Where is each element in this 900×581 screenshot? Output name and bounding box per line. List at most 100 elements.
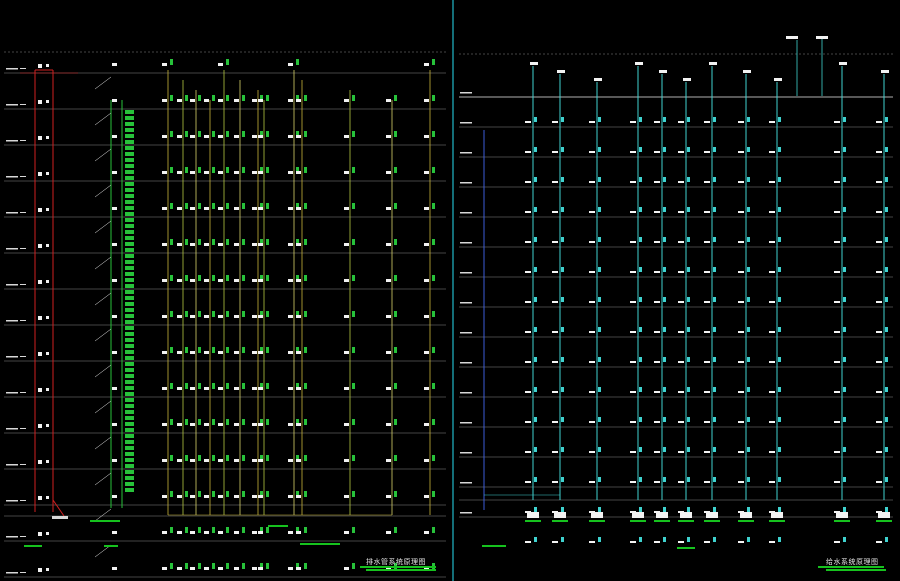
fixture-trap [170,527,173,533]
fixture-fitting [424,387,429,390]
fixture-fitting [296,135,301,138]
supply-meter [598,207,601,212]
fixture-fitting [162,243,167,246]
supply-branch-valve [630,271,636,273]
riser-fitting [46,208,49,211]
supply-meter [713,147,716,152]
supply-branch-valve [525,151,531,153]
fixture-trap [242,563,245,569]
riser-base-fitting [632,512,644,518]
green-fixture-block [125,260,134,264]
supply-meter [778,207,781,212]
green-fixture-block [125,452,134,456]
fixture-fitting [218,207,223,210]
supply-meter [561,327,564,332]
fixture-trap [352,347,355,353]
fixture-fitting [190,423,195,426]
fixture-trap [242,95,245,101]
riser-head-label [881,70,889,73]
supply-branch-valve [589,481,595,483]
fixture-trap [226,347,229,353]
supply-meter [687,387,690,392]
fixture-trap [394,383,397,389]
supply-meter [687,417,690,422]
supply-branch-valve [654,151,660,153]
green-fixture-block [125,272,134,276]
supply-meter [561,387,564,392]
cad-drawing-canvas[interactable] [0,0,900,581]
fixture-fitting [288,495,293,498]
supply-branch-valve [738,541,744,543]
fixture-trap [304,95,307,101]
supply-meter [663,537,666,542]
fixture-fitting [288,387,293,390]
riser-fitting [38,532,42,536]
fixture-trap [394,131,397,137]
supply-branch-valve [525,301,531,303]
supply-meter [663,267,666,272]
fixture-fitting [234,207,239,210]
supply-branch-valve [738,361,744,363]
vent-branch [94,220,112,234]
fixture-fitting [252,243,257,246]
supply-meter [639,447,642,452]
fixture-fitting [252,315,257,318]
supply-branch-valve [704,301,710,303]
supply-branch-valve [525,331,531,333]
supply-meter [534,387,537,392]
fixture-trap [185,275,188,281]
supply-branch-valve [525,541,531,543]
supply-branch-valve [589,241,595,243]
fixture-fitting [252,531,257,534]
fixture-fitting [234,99,239,102]
fixture-trap [432,203,435,209]
fixture-trap [352,455,355,461]
supply-meter [687,297,690,302]
supply-meter [713,417,716,422]
supply-meter [561,447,564,452]
fixture-fitting [177,495,182,498]
supply-meter [639,477,642,482]
supply-branch-valve [704,541,710,543]
supply-branch-valve [738,271,744,273]
fixture-fitting [162,207,167,210]
fixture-fitting [252,279,257,282]
fixture-fitting [177,567,182,570]
floor-label-mark [460,482,472,484]
supply-meter [778,267,781,272]
riser-fitting [46,100,49,103]
floor-label-mark [460,332,472,334]
fixture-fitting [190,315,195,318]
riser-base-fitting [706,512,718,518]
supply-meter [561,237,564,242]
supply-meter [534,297,537,302]
fixture-fitting [162,567,167,570]
supply-branch-valve [704,241,710,243]
fixture-fitting [288,531,293,534]
fixture-fitting [296,243,301,246]
fixture-trap [170,203,173,209]
supply-meter [598,477,601,482]
fixture-fitting [190,459,195,462]
supply-branch-valve [525,211,531,213]
fixture-trap [242,383,245,389]
riser-fitting [38,496,42,500]
red-riser-outlet [52,499,65,517]
supply-meter [639,297,642,302]
supply-branch-valve [738,391,744,393]
supply-meter [747,447,750,452]
fixture-fitting [218,351,223,354]
fixture-trap [198,347,201,353]
fixture-fitting [218,99,223,102]
fixture-fitting [234,315,239,318]
green-fixture-block [125,146,134,150]
fixture-fitting [234,423,239,426]
fixture-fitting [344,207,349,210]
fixture-trap [394,203,397,209]
green-fixture-block [125,398,134,402]
supply-meter [843,177,846,182]
fixture-fitting [234,243,239,246]
fixture-trap [352,203,355,209]
supply-meter [534,507,537,512]
vent-branch [94,76,112,90]
